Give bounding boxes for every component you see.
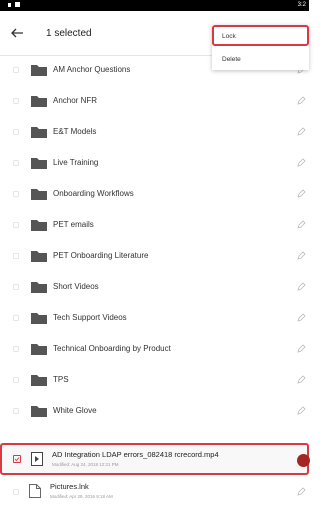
selected-file-item[interactable]: AD Integration LDAP errors_082418 rcreco… xyxy=(0,443,310,475)
row-checkbox[interactable] xyxy=(13,284,19,290)
menu-item-lock[interactable]: Lock xyxy=(212,25,309,46)
folder-icon xyxy=(31,313,47,324)
folder-icon xyxy=(31,282,47,293)
edit-icon[interactable] xyxy=(296,251,306,261)
edit-icon[interactable] xyxy=(296,220,306,230)
list-item[interactable]: Anchor NFR xyxy=(0,86,309,118)
item-modified: Modified: Apr 28, 2016 9:18 AM xyxy=(50,494,113,499)
notification-icon xyxy=(15,2,20,7)
check-icon xyxy=(14,457,20,462)
row-checkbox-checked[interactable] xyxy=(13,455,21,463)
list-item[interactable]: Pictures.lnk Modified: Apr 28, 2016 9:18… xyxy=(0,477,309,509)
edit-icon[interactable] xyxy=(296,158,306,168)
row-checkbox[interactable] xyxy=(13,160,19,166)
row-checkbox[interactable] xyxy=(13,408,19,414)
folder-icon xyxy=(31,344,47,355)
folder-icon xyxy=(31,251,47,262)
video-file-icon xyxy=(31,452,43,466)
menu-item-delete[interactable]: Delete xyxy=(212,49,309,70)
folder-icon xyxy=(31,65,47,76)
edit-icon[interactable] xyxy=(296,127,306,137)
edit-icon[interactable] xyxy=(296,96,306,106)
edit-icon[interactable] xyxy=(296,313,306,323)
edit-icon[interactable] xyxy=(296,344,306,354)
row-checkbox[interactable] xyxy=(13,67,19,73)
item-name: E&T Models xyxy=(53,127,97,136)
record-indicator-icon[interactable] xyxy=(297,454,310,467)
list-item[interactable]: Short Videos xyxy=(0,272,309,304)
item-name: PET Onboarding Literature xyxy=(53,251,149,260)
edit-icon[interactable] xyxy=(296,189,306,199)
edit-icon[interactable] xyxy=(296,282,306,292)
list-item[interactable]: TPS xyxy=(0,365,309,397)
file-icon xyxy=(29,484,41,498)
back-arrow-icon[interactable] xyxy=(10,26,24,40)
row-checkbox[interactable] xyxy=(13,315,19,321)
folder-icon xyxy=(31,220,47,231)
row-checkbox[interactable] xyxy=(13,129,19,135)
page-title: 1 selected xyxy=(46,28,92,39)
item-name: Short Videos xyxy=(53,282,99,291)
row-checkbox[interactable] xyxy=(13,98,19,104)
list-item[interactable]: E&T Models xyxy=(0,117,309,149)
row-checkbox[interactable] xyxy=(13,346,19,352)
context-menu: Lock Delete xyxy=(212,25,309,70)
status-bar: 3:2 xyxy=(0,0,309,11)
list-item[interactable]: Onboarding Workflows xyxy=(0,179,309,211)
item-name: Live Training xyxy=(53,158,99,167)
item-name: Tech Support Videos xyxy=(53,313,127,322)
edit-icon[interactable] xyxy=(296,406,306,416)
row-checkbox[interactable] xyxy=(13,489,19,495)
edit-icon[interactable] xyxy=(296,487,306,497)
list-item[interactable]: PET Onboarding Literature xyxy=(0,241,309,273)
item-name: TPS xyxy=(53,375,69,384)
list-item[interactable]: White Glove xyxy=(0,396,309,428)
edit-icon[interactable] xyxy=(296,375,306,385)
item-name: PET emails xyxy=(53,220,94,229)
row-checkbox[interactable] xyxy=(13,222,19,228)
folder-icon xyxy=(31,406,47,417)
row-checkbox[interactable] xyxy=(13,191,19,197)
item-name: AM Anchor Questions xyxy=(53,65,131,74)
item-name: Anchor NFR xyxy=(53,96,98,105)
folder-icon xyxy=(31,127,47,138)
row-checkbox[interactable] xyxy=(13,253,19,259)
item-name: Pictures.lnk xyxy=(50,482,89,491)
clock: 3:2 xyxy=(297,2,306,8)
item-name: Onboarding Workflows xyxy=(53,189,134,198)
list-item[interactable]: Live Training xyxy=(0,148,309,180)
folder-icon xyxy=(31,189,47,200)
list-item[interactable]: Tech Support Videos xyxy=(0,303,309,335)
item-name: AD Integration LDAP errors_082418 rcreco… xyxy=(52,450,219,459)
list-item[interactable]: PET emails xyxy=(0,210,309,242)
folder-icon xyxy=(31,375,47,386)
row-checkbox[interactable] xyxy=(13,377,19,383)
list-item[interactable]: Technical Onboarding by Product xyxy=(0,334,309,366)
download-icon xyxy=(8,2,11,7)
folder-icon xyxy=(31,158,47,169)
item-name: Technical Onboarding by Product xyxy=(53,344,171,353)
item-name: White Glove xyxy=(53,406,97,415)
item-modified: Modified: Aug 24, 2018 12:21 PM xyxy=(52,462,119,467)
folder-icon xyxy=(31,96,47,107)
